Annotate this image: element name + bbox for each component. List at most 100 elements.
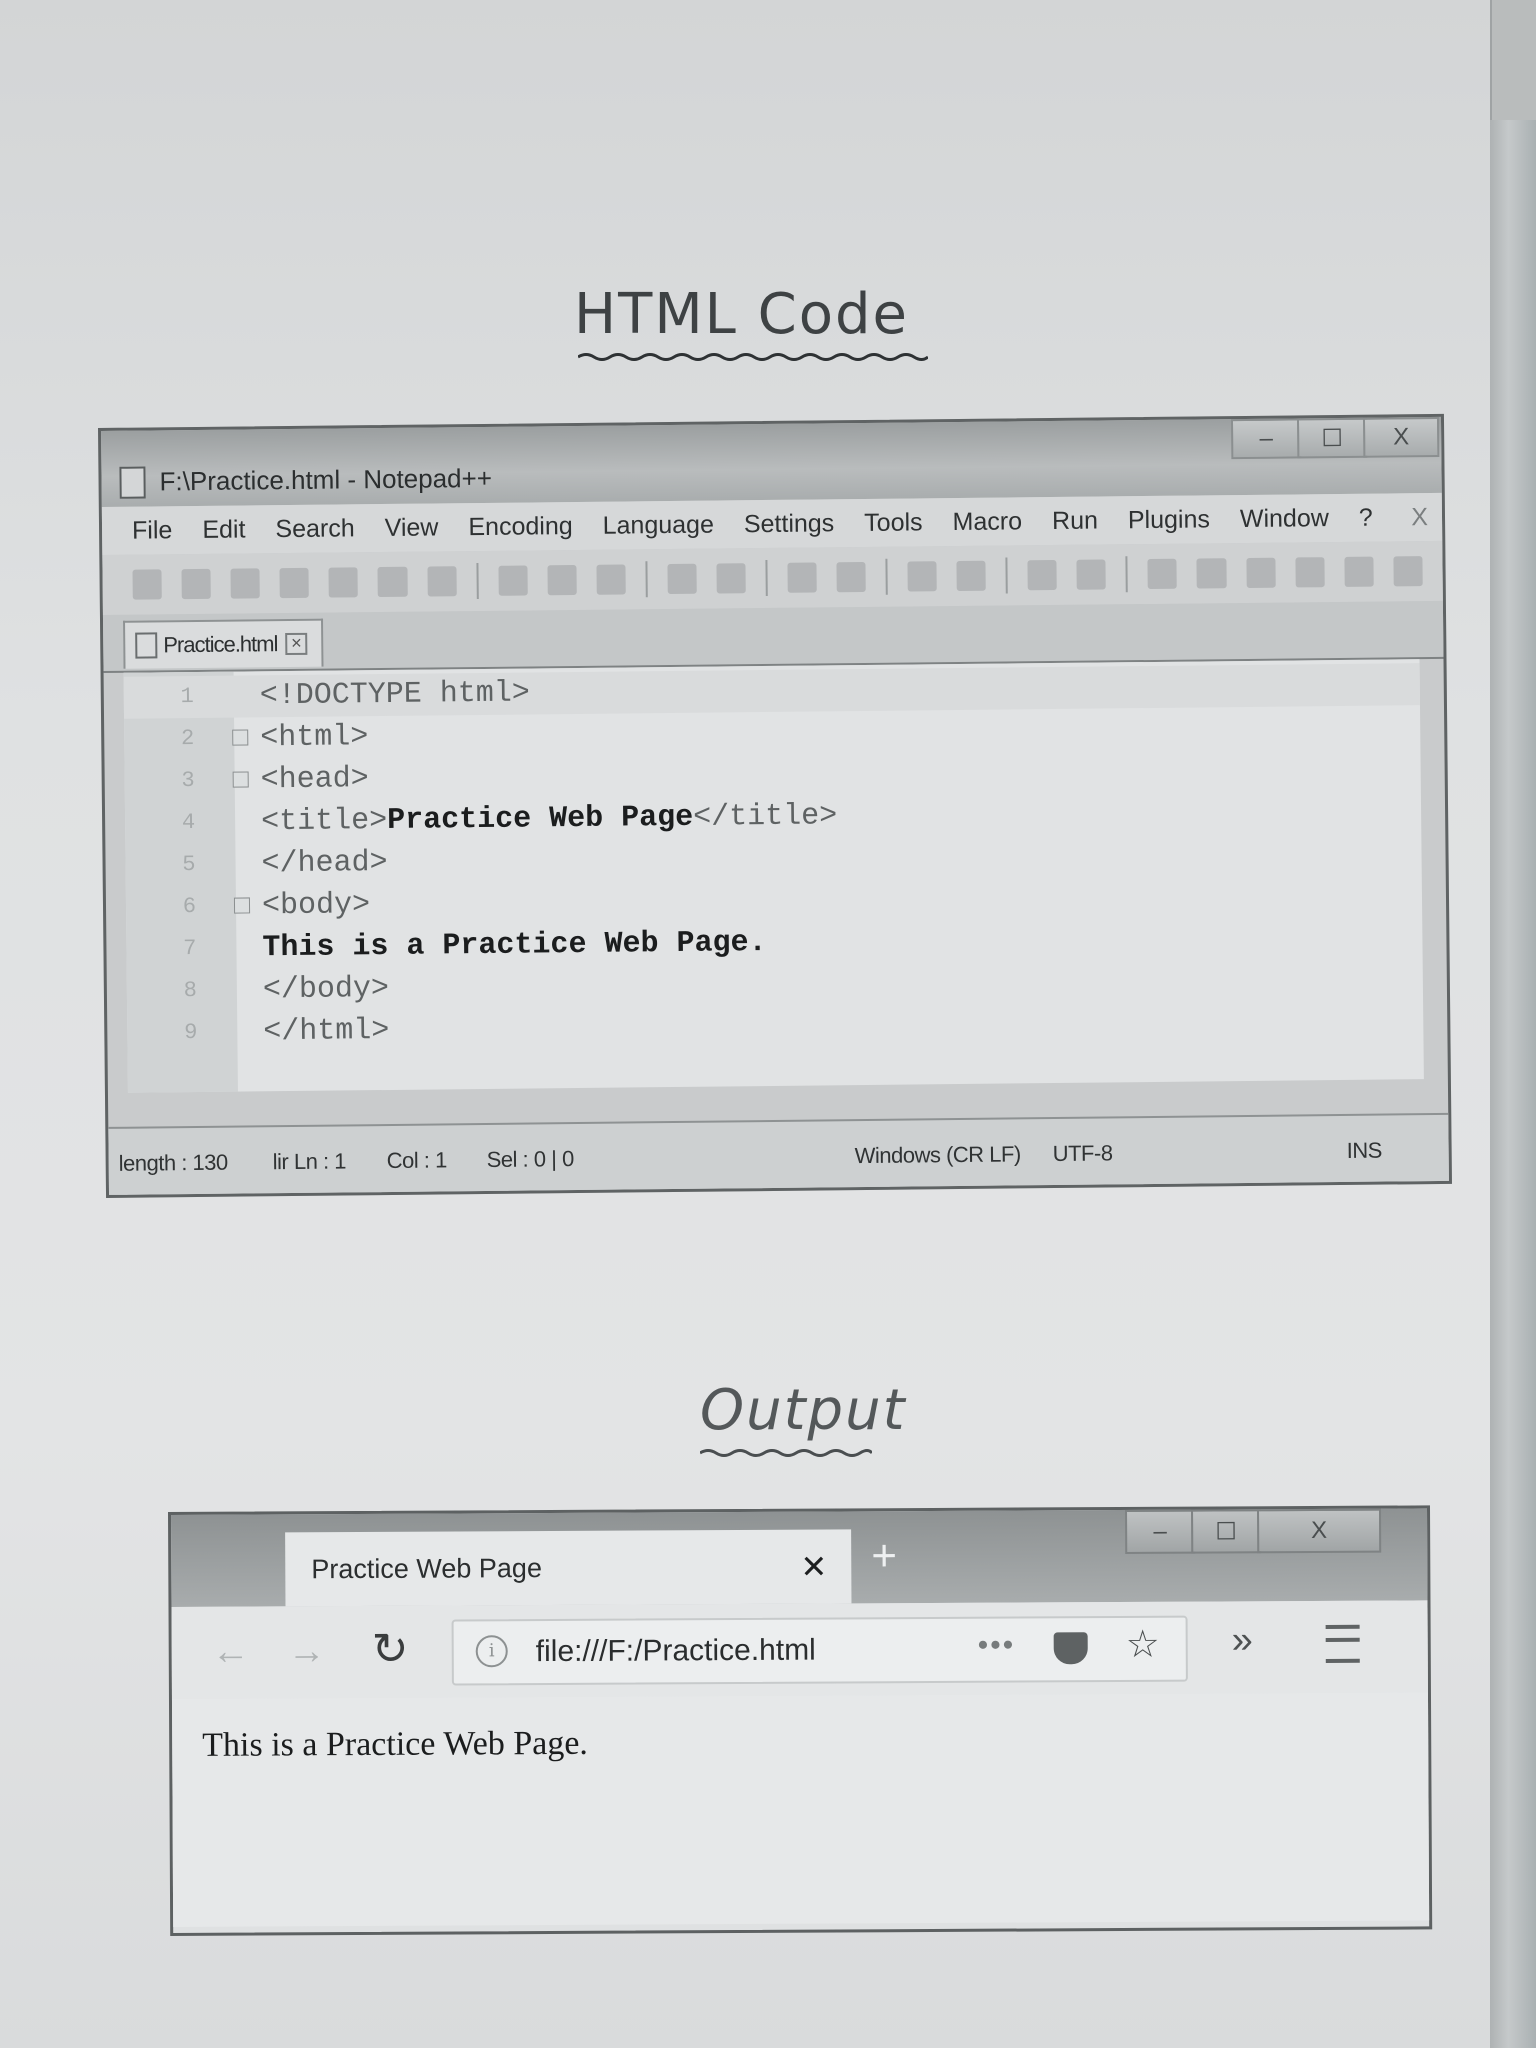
menu-run[interactable]: Run xyxy=(1052,506,1098,535)
sync-vertical-icon[interactable] xyxy=(1027,559,1058,591)
file-tab-label: Practice.html xyxy=(163,631,278,658)
rendered-page-text: This is a Practice Web Page. xyxy=(202,1724,588,1764)
line-number: 1 xyxy=(180,684,194,710)
page-actions-icon[interactable]: ••• xyxy=(978,1629,1016,1663)
overflow-chevron-icon[interactable]: » xyxy=(1232,1619,1253,1662)
output-heading: Output xyxy=(700,1378,907,1443)
print-icon[interactable] xyxy=(427,566,457,597)
file-tab[interactable]: Practice.html ✕ xyxy=(123,618,324,669)
copy-icon[interactable] xyxy=(547,564,577,596)
minimize-button[interactable]: – xyxy=(1125,1509,1196,1554)
paste-icon[interactable] xyxy=(596,564,626,595)
code-text: </body> xyxy=(262,971,390,1008)
bookmark-star-icon[interactable]: ☆ xyxy=(1126,1622,1160,1667)
file-icon xyxy=(135,632,158,659)
menu-macro[interactable]: Macro xyxy=(952,507,1022,537)
line-number: 8 xyxy=(183,977,198,1004)
notepad-app-icon xyxy=(119,466,146,499)
new-file-icon[interactable] xyxy=(132,569,162,600)
document-map-icon[interactable] xyxy=(1295,557,1325,588)
close-button[interactable]: X xyxy=(1362,416,1440,458)
url-text: file:///F:/Practice.html xyxy=(535,1633,816,1669)
line-number: 2 xyxy=(180,726,195,752)
menu-settings[interactable]: Settings xyxy=(744,509,835,539)
menu-encoding[interactable]: Encoding xyxy=(468,512,573,542)
indent-guide-icon[interactable] xyxy=(1245,557,1276,588)
tab-close-icon[interactable]: ✕ xyxy=(800,1548,827,1586)
code-text: </head> xyxy=(261,845,388,882)
menu-tools[interactable]: Tools xyxy=(864,508,923,538)
undo-icon[interactable] xyxy=(667,563,697,595)
menu-help[interactable]: ? xyxy=(1359,503,1373,532)
back-arrow-icon[interactable]: ← xyxy=(212,1631,250,1674)
wavy-underline xyxy=(700,1449,872,1457)
find-icon[interactable] xyxy=(787,562,817,593)
line-number: 7 xyxy=(183,935,197,962)
minimize-button[interactable]: – xyxy=(1230,418,1302,460)
fold-toggle-icon[interactable] xyxy=(233,897,251,914)
browser-tab[interactable]: Practice Web Page ✕ xyxy=(285,1529,852,1607)
menu-view[interactable]: View xyxy=(385,513,439,543)
save-icon[interactable] xyxy=(230,568,261,599)
save-all-icon[interactable] xyxy=(279,567,310,599)
show-all-characters-icon[interactable] xyxy=(1196,558,1227,589)
hamburger-menu-icon[interactable] xyxy=(1325,1624,1360,1663)
menu-plugins[interactable]: Plugins xyxy=(1128,505,1210,535)
line-number: 5 xyxy=(182,852,196,878)
new-tab-button[interactable]: + xyxy=(871,1531,897,1581)
cut-icon[interactable] xyxy=(498,565,528,596)
close-file-icon[interactable] xyxy=(328,567,359,598)
reload-icon[interactable]: ↻ xyxy=(372,1624,409,1675)
monitoring-icon[interactable] xyxy=(1393,556,1423,587)
code-text: <!DOCTYPE html> xyxy=(259,676,531,714)
code-text: <title>Practice Web Page</title> xyxy=(261,799,837,839)
code-text: <body> xyxy=(261,888,371,924)
redo-icon[interactable] xyxy=(716,563,746,594)
toolbar-separator xyxy=(885,558,888,595)
site-info-icon[interactable]: i xyxy=(475,1635,508,1668)
status-length: length : 130 xyxy=(118,1149,228,1176)
word-wrap-icon[interactable] xyxy=(1147,558,1178,590)
function-list-icon[interactable] xyxy=(1344,556,1374,587)
tab-close-icon[interactable]: ✕ xyxy=(285,632,308,656)
fold-toggle-icon[interactable] xyxy=(232,771,249,788)
code-editor[interactable]: 1 <!DOCTYPE html> 2 <html> 3 <head> 4 <t… xyxy=(123,659,1424,1093)
zoom-out-icon[interactable] xyxy=(956,560,987,592)
code-tag: <title> xyxy=(260,803,388,840)
line-number: 6 xyxy=(182,894,197,920)
menu-search[interactable]: Search xyxy=(275,514,355,544)
zoom-in-icon[interactable] xyxy=(907,561,937,592)
notepad-title: F:\Practice.html - Notepad++ xyxy=(159,462,493,497)
pocket-icon[interactable] xyxy=(1053,1632,1088,1665)
wavy-underline xyxy=(578,353,928,361)
close-all-icon[interactable] xyxy=(377,566,408,598)
replace-icon[interactable] xyxy=(836,561,866,593)
maximize-button[interactable]: ☐ xyxy=(1296,417,1368,459)
close-document-icon[interactable]: X xyxy=(1411,503,1428,532)
address-bar[interactable]: i file:///F:/Practice.html ••• ☆ xyxy=(451,1615,1188,1686)
maximize-button[interactable]: ☐ xyxy=(1191,1509,1262,1554)
fold-toggle-icon[interactable] xyxy=(232,729,249,746)
forward-arrow-icon[interactable]: → xyxy=(288,1630,326,1673)
browser-navbar: ← → ↻ i file:///F:/Practice.html ••• ☆ » xyxy=(171,1600,1428,1699)
page-edge xyxy=(1490,120,1536,2048)
menu-window[interactable]: Window xyxy=(1240,504,1329,534)
toolbar-separator xyxy=(1125,556,1129,593)
html-code-heading: HTML Code xyxy=(574,282,909,347)
open-file-icon[interactable] xyxy=(181,568,211,600)
menu-language[interactable]: Language xyxy=(603,510,715,540)
menu-file[interactable]: File xyxy=(132,516,173,545)
sync-horizontal-icon[interactable] xyxy=(1076,559,1107,590)
browser-window: Practice Web Page ✕ + – ☐ X ← → ↻ i file… xyxy=(168,1505,1433,1936)
menu-edit[interactable]: Edit xyxy=(202,515,245,544)
code-content: Practice Web Page xyxy=(386,800,694,838)
status-insert-mode: INS xyxy=(1346,1137,1382,1163)
book-page: HTML Code F:\Practice.html - Notepad++ –… xyxy=(0,0,1492,2048)
status-selection: Sel : 0 | 0 xyxy=(486,1146,574,1172)
close-button[interactable]: X xyxy=(1257,1508,1382,1554)
code-text: This is a Practice Web Page. xyxy=(262,926,766,965)
status-line: lir Ln : 1 xyxy=(272,1148,347,1175)
code-text: <head> xyxy=(260,762,369,798)
bleed-through-text xyxy=(640,100,1400,280)
code-text: <html> xyxy=(260,720,369,756)
